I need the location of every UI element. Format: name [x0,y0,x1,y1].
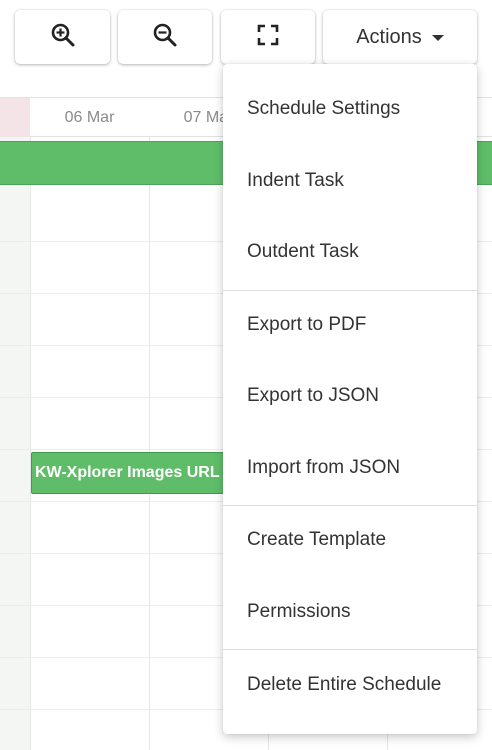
menu-item-import-json[interactable]: Import from JSON [223,448,477,488]
date-header-06-mar: 06 Mar [64,109,115,126]
menu-item-delete-schedule[interactable]: Delete Entire Schedule [223,665,477,705]
zoom-out-button[interactable] [118,10,212,64]
menu-item-export-json[interactable]: Export to JSON [223,376,477,416]
menu-item-export-pdf[interactable]: Export to PDF [223,305,477,345]
zoom-in-icon [50,22,76,53]
menu-divider [223,290,477,291]
caret-down-icon [431,35,444,41]
fullscreen-icon [256,23,280,52]
menu-item-indent-task[interactable]: Indent Task [223,161,477,201]
menu-item-schedule-settings[interactable]: Schedule Settings [223,89,477,129]
actions-label: Actions [356,25,422,48]
grid-column-line [149,97,150,750]
fullscreen-button[interactable] [221,10,315,64]
menu-divider [223,649,477,650]
actions-dropdown-button[interactable]: Actions [323,10,477,64]
menu-divider [223,505,477,506]
menu-item-create-template[interactable]: Create Template [223,520,477,560]
grid-column-line [30,97,31,750]
actions-menu: Schedule Settings Indent Task Outdent Ta… [223,64,477,734]
zoom-out-icon [152,22,178,53]
weekend-header-cell [0,98,30,137]
menu-item-permissions[interactable]: Permissions [223,592,477,632]
menu-item-outdent-task[interactable]: Outdent Task [223,232,477,272]
zoom-in-button[interactable] [15,10,110,64]
grid-left-column [0,137,30,750]
